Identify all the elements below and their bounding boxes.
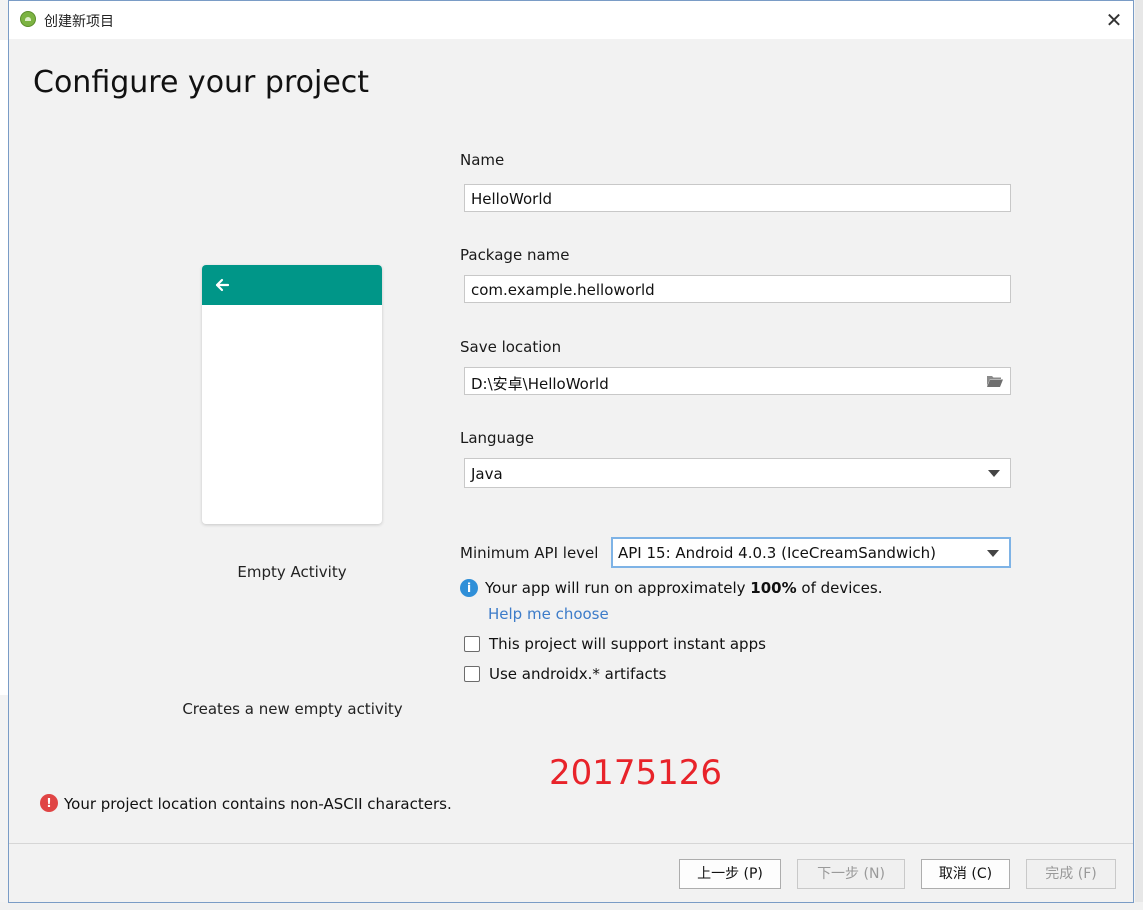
name-label: Name bbox=[460, 151, 505, 169]
chevron-down-icon bbox=[987, 550, 999, 557]
save-location-field[interactable]: D:\安卓\HelloWorld bbox=[464, 367, 1011, 395]
save-location-value: D:\安卓\HelloWorld bbox=[471, 375, 609, 393]
help-me-choose-link[interactable]: Help me choose bbox=[488, 605, 609, 623]
cancel-button[interactable]: 取消 (C) bbox=[921, 859, 1010, 889]
name-input[interactable]: HelloWorld bbox=[464, 184, 1011, 212]
device-coverage-text: Your app will run on approximately 100% … bbox=[485, 579, 883, 597]
error-message: Your project location contains non-ASCII… bbox=[64, 795, 452, 813]
android-studio-icon bbox=[20, 11, 36, 27]
error-icon: ! bbox=[40, 794, 58, 812]
language-label: Language bbox=[460, 429, 535, 447]
folder-open-icon[interactable] bbox=[986, 374, 1004, 388]
page-title: Configure your project bbox=[33, 65, 370, 100]
footer-divider bbox=[9, 843, 1133, 844]
activity-name: Empty Activity bbox=[237, 563, 347, 581]
overlay-number: 20175126 bbox=[549, 753, 723, 793]
androidx-label: Use androidx.* artifacts bbox=[489, 665, 667, 683]
finish-button[interactable]: 完成 (F) bbox=[1026, 859, 1116, 889]
min-api-select[interactable]: API 15: Android 4.0.3 (IceCreamSandwich) bbox=[611, 537, 1011, 568]
instant-apps-label: This project will support instant apps bbox=[489, 635, 766, 653]
instant-apps-checkbox[interactable] bbox=[464, 636, 480, 652]
preview-toolbar bbox=[202, 265, 382, 305]
close-button[interactable]: ✕ bbox=[1101, 7, 1127, 33]
min-api-value: API 15: Android 4.0.3 (IceCreamSandwich) bbox=[618, 544, 936, 562]
create-project-dialog: 创建新项目 ✕ Configure your project Empty Act… bbox=[8, 0, 1134, 903]
package-name-label: Package name bbox=[460, 246, 570, 264]
androidx-checkbox[interactable] bbox=[464, 666, 480, 682]
back-arrow-icon bbox=[215, 278, 230, 292]
activity-preview bbox=[202, 265, 382, 524]
chevron-down-icon bbox=[988, 470, 1000, 477]
background-window-bottom bbox=[0, 902, 1143, 910]
package-name-input[interactable]: com.example.helloworld bbox=[464, 275, 1011, 303]
device-coverage-percent: 100% bbox=[750, 579, 797, 597]
previous-button[interactable]: 上一步 (P) bbox=[679, 859, 781, 889]
info-icon: i bbox=[460, 579, 478, 597]
title-bar: 创建新项目 ✕ bbox=[9, 1, 1133, 39]
language-select[interactable]: Java bbox=[464, 458, 1011, 488]
save-location-label: Save location bbox=[460, 338, 562, 356]
next-button[interactable]: 下一步 (N) bbox=[797, 859, 905, 889]
min-api-label: Minimum API level bbox=[460, 544, 599, 562]
language-value: Java bbox=[471, 465, 503, 483]
window-title: 创建新项目 bbox=[44, 14, 114, 30]
activity-description: Creates a new empty activity bbox=[182, 700, 403, 718]
background-window-edge-right bbox=[1135, 0, 1143, 910]
